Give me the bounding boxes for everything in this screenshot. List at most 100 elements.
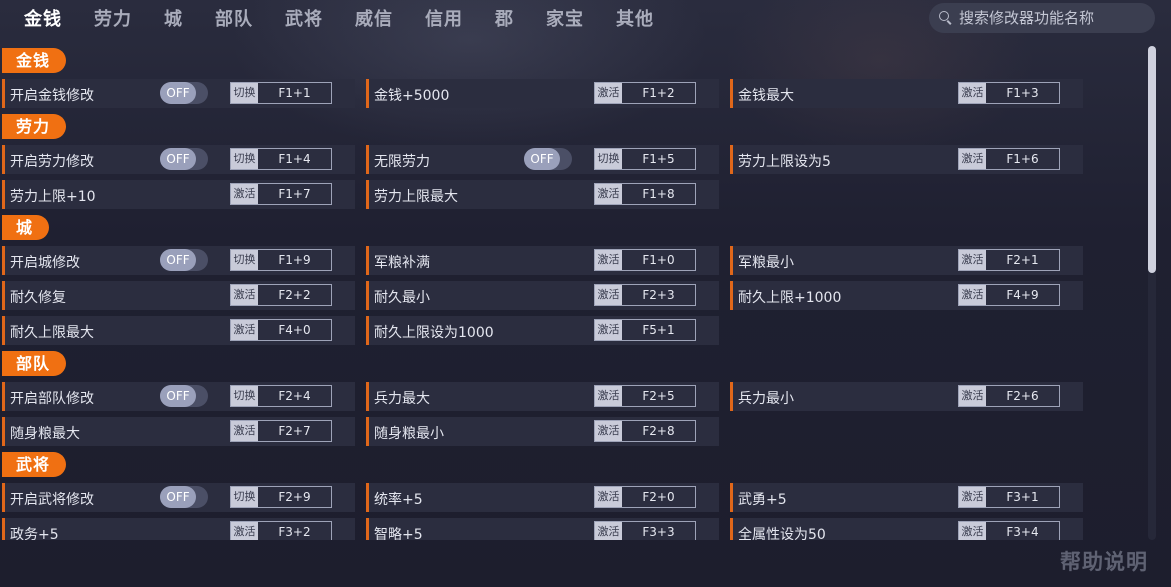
cheat-item: 劳力上限+10 激活 F1+7 bbox=[2, 180, 355, 209]
cheat-label: 兵力最小 bbox=[738, 391, 794, 407]
hotkey-mode: 激活 bbox=[595, 386, 622, 406]
hotkey-mode: 激活 bbox=[959, 149, 986, 169]
tab-0[interactable]: 金钱 bbox=[8, 5, 78, 31]
search-input[interactable] bbox=[959, 9, 1149, 27]
hotkey-mode: 切换 bbox=[231, 83, 258, 103]
hotkey-mode: 激活 bbox=[231, 320, 258, 340]
hotkey-key: F2+5 bbox=[642, 389, 675, 403]
cheat-item: 耐久上限设为1000 激活 F5+1 bbox=[366, 316, 719, 345]
cheat-label: 耐久上限+1000 bbox=[738, 290, 842, 306]
cheat-label: 耐久最小 bbox=[374, 290, 430, 306]
hotkey-button[interactable]: 激活 F3+3 bbox=[594, 521, 696, 540]
scrollbar-thumb[interactable] bbox=[1148, 46, 1156, 273]
cheat-item: 兵力最小 激活 F2+6 bbox=[730, 382, 1083, 411]
toggle-state: OFF bbox=[160, 82, 196, 104]
tab-4[interactable]: 武将 bbox=[269, 5, 339, 31]
tab-7[interactable]: 郡 bbox=[479, 5, 530, 31]
hotkey-button[interactable]: 切换 F2+4 bbox=[230, 385, 332, 407]
tab-1[interactable]: 劳力 bbox=[78, 5, 148, 31]
hotkey-button[interactable]: 激活 F2+1 bbox=[958, 249, 1060, 271]
hotkey-key: F1+8 bbox=[642, 187, 675, 201]
hotkey-button[interactable]: 激活 F2+3 bbox=[594, 284, 696, 306]
cheat-label: 全属性设为50 bbox=[738, 527, 826, 540]
tab-8[interactable]: 家宝 bbox=[530, 5, 600, 31]
search-box[interactable] bbox=[929, 3, 1155, 33]
section-header: 城 bbox=[2, 215, 50, 240]
cheat-item: 智略+5 激活 F3+3 bbox=[366, 518, 719, 540]
hotkey-button[interactable]: 激活 F2+8 bbox=[594, 420, 696, 442]
cheat-label: 智略+5 bbox=[374, 527, 423, 540]
hotkey-button[interactable]: 切换 F2+9 bbox=[230, 486, 332, 508]
hotkey-button[interactable]: 激活 F1+8 bbox=[594, 183, 696, 205]
hotkey-button[interactable]: 激活 F5+1 bbox=[594, 319, 696, 341]
hotkey-button[interactable]: 激活 F2+0 bbox=[594, 486, 696, 508]
hotkey-mode: 切换 bbox=[231, 487, 258, 507]
hotkey-button[interactable]: 激活 F2+6 bbox=[958, 385, 1060, 407]
hotkey-button[interactable]: 激活 F3+2 bbox=[230, 521, 332, 540]
toggle-switch[interactable]: OFF bbox=[160, 385, 208, 407]
hotkey-key: F2+7 bbox=[278, 424, 311, 438]
toggle-switch[interactable]: OFF bbox=[160, 148, 208, 170]
help-button[interactable]: 帮助说明 bbox=[1060, 546, 1148, 576]
hotkey-button[interactable]: 激活 F1+0 bbox=[594, 249, 696, 271]
hotkey-mode: 激活 bbox=[595, 487, 622, 507]
hotkey-button[interactable]: 切换 F1+9 bbox=[230, 249, 332, 271]
cheat-item: 军粮补满 激活 F1+0 bbox=[366, 246, 719, 275]
section-header: 劳力 bbox=[2, 114, 67, 139]
hotkey-button[interactable]: 激活 F3+1 bbox=[958, 486, 1060, 508]
toggle-state: OFF bbox=[160, 148, 196, 170]
cheat-label: 开启劳力修改 bbox=[10, 154, 94, 170]
hotkey-button[interactable]: 激活 F2+2 bbox=[230, 284, 332, 306]
hotkey-key: F1+5 bbox=[642, 152, 675, 166]
cheat-item: 耐久上限+1000 激活 F4+9 bbox=[730, 281, 1083, 310]
hotkey-key: F3+4 bbox=[1006, 525, 1039, 539]
hotkey-mode: 激活 bbox=[959, 83, 986, 103]
hotkey-button[interactable]: 激活 F1+6 bbox=[958, 148, 1060, 170]
cheat-label: 开启城修改 bbox=[10, 255, 80, 271]
tab-3[interactable]: 部队 bbox=[199, 5, 269, 31]
tab-6[interactable]: 信用 bbox=[409, 5, 479, 31]
hotkey-mode: 切换 bbox=[231, 149, 258, 169]
toggle-state: OFF bbox=[160, 385, 196, 407]
cheat-item: 开启部队修改 OFF 切换 F2+4 bbox=[2, 382, 355, 411]
hotkey-button[interactable]: 激活 F4+0 bbox=[230, 319, 332, 341]
hotkey-button[interactable]: 激活 F1+2 bbox=[594, 82, 696, 104]
hotkey-mode: 切换 bbox=[231, 250, 258, 270]
toggle-switch[interactable]: OFF bbox=[160, 486, 208, 508]
tab-5[interactable]: 威信 bbox=[339, 5, 409, 31]
hotkey-button[interactable]: 激活 F1+3 bbox=[958, 82, 1060, 104]
scrollbar[interactable] bbox=[1148, 46, 1156, 540]
hotkey-key: F1+0 bbox=[642, 253, 675, 267]
hotkey-button[interactable]: 切换 F1+1 bbox=[230, 82, 332, 104]
cheat-label: 随身粮最小 bbox=[374, 426, 444, 442]
tab-9[interactable]: 其他 bbox=[600, 5, 670, 31]
cheat-label: 耐久上限最大 bbox=[10, 325, 94, 341]
toggle-state: OFF bbox=[160, 249, 196, 271]
hotkey-key: F2+4 bbox=[278, 389, 311, 403]
cheat-label: 金钱最大 bbox=[738, 88, 794, 104]
hotkey-button[interactable]: 激活 F3+4 bbox=[958, 521, 1060, 540]
cheat-item: 随身粮最大 激活 F2+7 bbox=[2, 417, 355, 446]
hotkey-button[interactable]: 激活 F4+9 bbox=[958, 284, 1060, 306]
cheat-item: 劳力上限最大 激活 F1+8 bbox=[366, 180, 719, 209]
cheat-item: 全属性设为50 激活 F3+4 bbox=[730, 518, 1083, 540]
toggle-switch[interactable]: OFF bbox=[160, 82, 208, 104]
hotkey-button[interactable]: 切换 F1+4 bbox=[230, 148, 332, 170]
section-header: 部队 bbox=[2, 351, 67, 376]
toggle-switch[interactable]: OFF bbox=[524, 148, 572, 170]
toggle-switch[interactable]: OFF bbox=[160, 249, 208, 271]
section-title: 部队 bbox=[2, 351, 67, 376]
cheat-label: 耐久上限设为1000 bbox=[374, 325, 494, 341]
hotkey-key: F4+9 bbox=[1006, 288, 1039, 302]
hotkey-button[interactable]: 激活 F2+7 bbox=[230, 420, 332, 442]
cheat-label: 军粮补满 bbox=[374, 255, 430, 271]
cheat-item: 劳力上限设为5 激活 F1+6 bbox=[730, 145, 1083, 174]
cheat-item: 耐久修复 激活 F2+2 bbox=[2, 281, 355, 310]
hotkey-button[interactable]: 激活 F2+5 bbox=[594, 385, 696, 407]
hotkey-button[interactable]: 激活 F1+7 bbox=[230, 183, 332, 205]
hotkey-key: F2+3 bbox=[642, 288, 675, 302]
hotkey-button[interactable]: 切换 F1+5 bbox=[594, 148, 696, 170]
tab-2[interactable]: 城 bbox=[148, 5, 199, 31]
hotkey-mode: 激活 bbox=[231, 285, 258, 305]
hotkey-key: F2+0 bbox=[642, 490, 675, 504]
